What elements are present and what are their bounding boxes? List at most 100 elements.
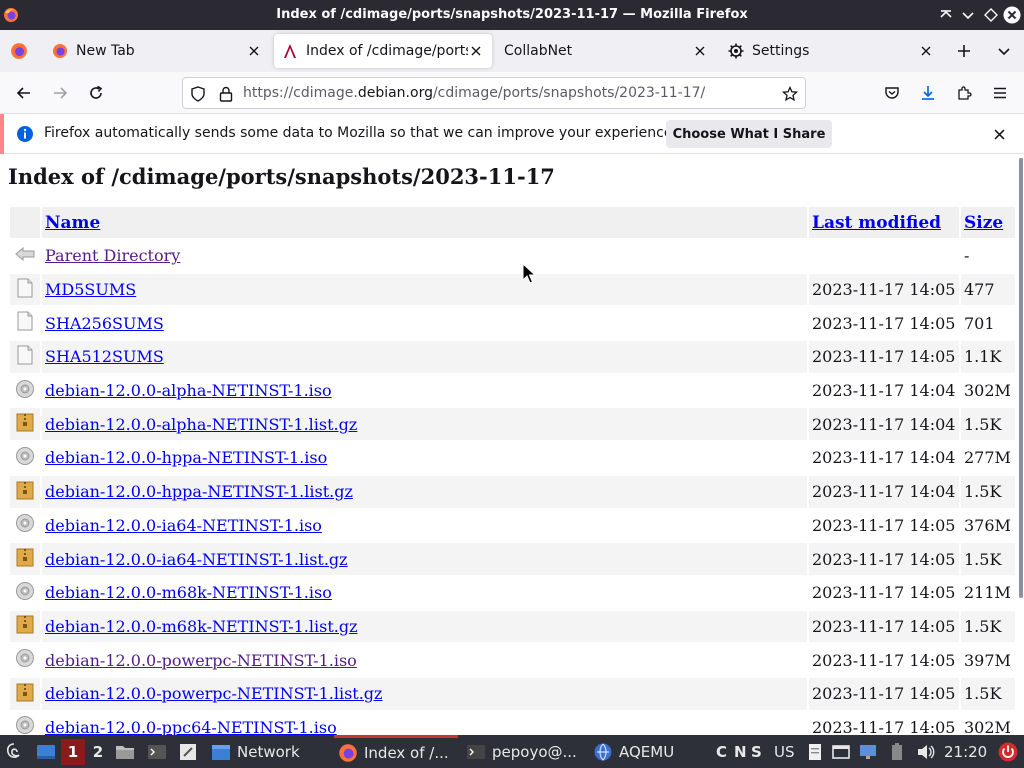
start-menu-icon[interactable] <box>4 735 30 768</box>
file-link[interactable]: debian-12.0.0-ia64-NETINST-1.list.gz <box>45 550 348 569</box>
reload-icon[interactable] <box>85 82 107 104</box>
archive-icon <box>16 481 34 504</box>
choose-what-i-share-button[interactable]: Choose What I Share <box>666 120 832 148</box>
file-link[interactable]: debian-12.0.0-ia64-NETINST-1.iso <box>45 516 322 535</box>
table-row: SHA256SUMS 2023-11-17 14:05 701 <box>10 307 1015 339</box>
icon-column-header <box>10 207 40 238</box>
file-type-cell <box>10 712 40 735</box>
close-icon[interactable] <box>246 43 262 59</box>
file-link[interactable]: debian-12.0.0-m68k-NETINST-1.list.gz <box>45 617 358 636</box>
table-row: debian-12.0.0-ppc64-NETINST-1.iso 2023-11… <box>10 712 1015 735</box>
show-desktop-icon[interactable] <box>36 735 62 768</box>
name-cell: debian-12.0.0-hppa-NETINST-1.iso <box>42 442 807 474</box>
window-minimize-icon[interactable] <box>959 6 977 24</box>
tab-label: Settings <box>752 43 810 59</box>
keyboard-layout-indicator[interactable]: US <box>774 743 795 761</box>
list-all-tabs-chevron-down-icon[interactable] <box>993 40 1015 62</box>
window-close-icon[interactable] <box>1003 6 1021 24</box>
file-link[interactable]: Parent Directory <box>45 246 180 265</box>
modified-cell: 2023-11-17 14:05 <box>809 543 959 575</box>
file-link[interactable]: debian-12.0.0-powerpc-NETINST-1.iso <box>45 651 357 670</box>
clipboard-icon[interactable] <box>805 735 831 768</box>
task-label: pepoyo@... <box>492 742 577 761</box>
system-taskbar: 1 2 Network Index of /... pepoyo@... AQE… <box>0 735 1024 768</box>
modified-cell <box>809 240 959 272</box>
tracking-protection-shield-icon[interactable] <box>189 85 207 103</box>
archive-icon <box>16 615 34 638</box>
file-link[interactable]: SHA256SUMS <box>45 314 164 333</box>
file-link[interactable]: debian-12.0.0-powerpc-NETINST-1.list.gz <box>45 684 382 703</box>
taskbar-task-terminal[interactable]: pepoyo@... <box>466 735 577 768</box>
tab-collabnet[interactable]: CollabNet <box>496 34 716 68</box>
bookmark-star-icon[interactable] <box>781 85 799 103</box>
volume-icon[interactable] <box>916 735 942 768</box>
modified-cell: 2023-11-17 14:05 <box>812 515 956 535</box>
table-row: debian-12.0.0-hppa-NETINST-1.list.gz 2023… <box>10 475 1015 508</box>
file-link[interactable]: MD5SUMS <box>45 280 136 299</box>
file-type-cell <box>10 677 40 710</box>
size-cell: 701 <box>964 313 995 333</box>
close-icon[interactable] <box>990 125 1008 143</box>
tab-new-tab[interactable]: New Tab <box>44 34 270 68</box>
page-scrollbar[interactable] <box>1019 158 1023 598</box>
new-tab-plus-icon[interactable] <box>953 40 975 62</box>
disc-icon <box>15 581 35 605</box>
sort-by-name-link[interactable]: Name <box>45 213 100 233</box>
data-reporting-notification: Firefox automatically sends some data to… <box>0 114 1024 154</box>
table-row: debian-12.0.0-m68k-NETINST-1.list.gz 2023… <box>10 610 1015 643</box>
disc-icon <box>15 716 35 735</box>
name-cell: debian-12.0.0-ia64-NETINST-1.iso <box>42 510 807 542</box>
close-icon[interactable] <box>468 43 484 59</box>
text-file-icon <box>16 311 34 335</box>
name-cell: debian-12.0.0-ppc64-NETINST-1.iso <box>42 712 807 735</box>
url-bar[interactable]: https://cdimage.debian.org/cdimage/ports… <box>182 77 806 109</box>
window-titlebar: Index of /cdimage/ports/snapshots/2023-1… <box>0 0 1024 30</box>
modified-cell: 2023-11-17 14:05 <box>809 273 959 306</box>
workspace-2-button[interactable]: 2 <box>86 739 110 765</box>
file-type-cell <box>10 577 40 609</box>
file-manager-launcher-icon[interactable] <box>115 735 141 768</box>
battery-icon[interactable] <box>887 735 913 768</box>
url-prefix: https://cdimage. <box>243 85 358 101</box>
url-path: /cdimage/ports/snapshots/2023-11-17/ <box>432 85 706 101</box>
file-link[interactable]: debian-12.0.0-hppa-NETINST-1.iso <box>45 448 327 467</box>
window-maximize-icon[interactable] <box>982 6 1000 24</box>
tab-label: CollabNet <box>504 43 573 59</box>
file-link[interactable]: SHA512SUMS <box>45 347 164 366</box>
text-file-icon <box>16 278 34 302</box>
tab-index-of[interactable]: Index of /cdimage/ports/snapshots/2023-1… <box>274 34 492 68</box>
file-link[interactable]: debian-12.0.0-alpha-NETINST-1.list.gz <box>45 415 357 434</box>
pocket-icon[interactable] <box>881 82 903 104</box>
window-minimize-up-icon[interactable] <box>937 6 955 24</box>
tab-settings[interactable]: Settings <box>720 34 942 68</box>
power-icon[interactable] <box>998 735 1024 768</box>
taskbar-task-network[interactable]: Network <box>211 735 300 768</box>
sort-by-size-link[interactable]: Size <box>964 213 1003 233</box>
taskbar-task-aqemu[interactable]: AQEMU <box>593 735 674 768</box>
window-list-icon[interactable] <box>831 735 857 768</box>
file-link[interactable]: debian-12.0.0-m68k-NETINST-1.iso <box>45 583 332 602</box>
file-link[interactable]: debian-12.0.0-alpha-NETINST-1.iso <box>45 381 332 400</box>
firefox-icon <box>339 744 357 762</box>
directory-listing-table: Name Last modified Size Parent Directory… <box>8 205 1017 735</box>
file-link[interactable]: debian-12.0.0-hppa-NETINST-1.list.gz <box>45 482 353 501</box>
back-arrow-icon[interactable] <box>13 82 35 104</box>
forward-arrow-icon[interactable] <box>49 82 71 104</box>
close-icon[interactable] <box>918 43 934 59</box>
close-icon[interactable] <box>692 43 708 59</box>
hamburger-menu-icon[interactable] <box>989 82 1011 104</box>
lock-icon[interactable] <box>217 85 235 103</box>
taskbar-task-firefox[interactable]: Index of /... <box>334 735 458 768</box>
terminal-launcher-icon[interactable] <box>147 735 173 768</box>
sort-by-modified-link[interactable]: Last modified <box>812 213 941 233</box>
text-file-icon <box>16 345 34 369</box>
text-editor-launcher-icon[interactable] <box>178 735 204 768</box>
clock[interactable]: 21:20 <box>944 743 987 761</box>
firefox-view-icon[interactable] <box>8 40 30 62</box>
workspace-1-button[interactable]: 1 <box>61 739 85 765</box>
file-link[interactable]: debian-12.0.0-ppc64-NETINST-1.iso <box>45 718 337 735</box>
table-row: Parent Directory - <box>10 240 1015 272</box>
display-icon[interactable] <box>858 735 884 768</box>
downloads-icon[interactable] <box>917 82 939 104</box>
extensions-puzzle-icon[interactable] <box>953 82 975 104</box>
